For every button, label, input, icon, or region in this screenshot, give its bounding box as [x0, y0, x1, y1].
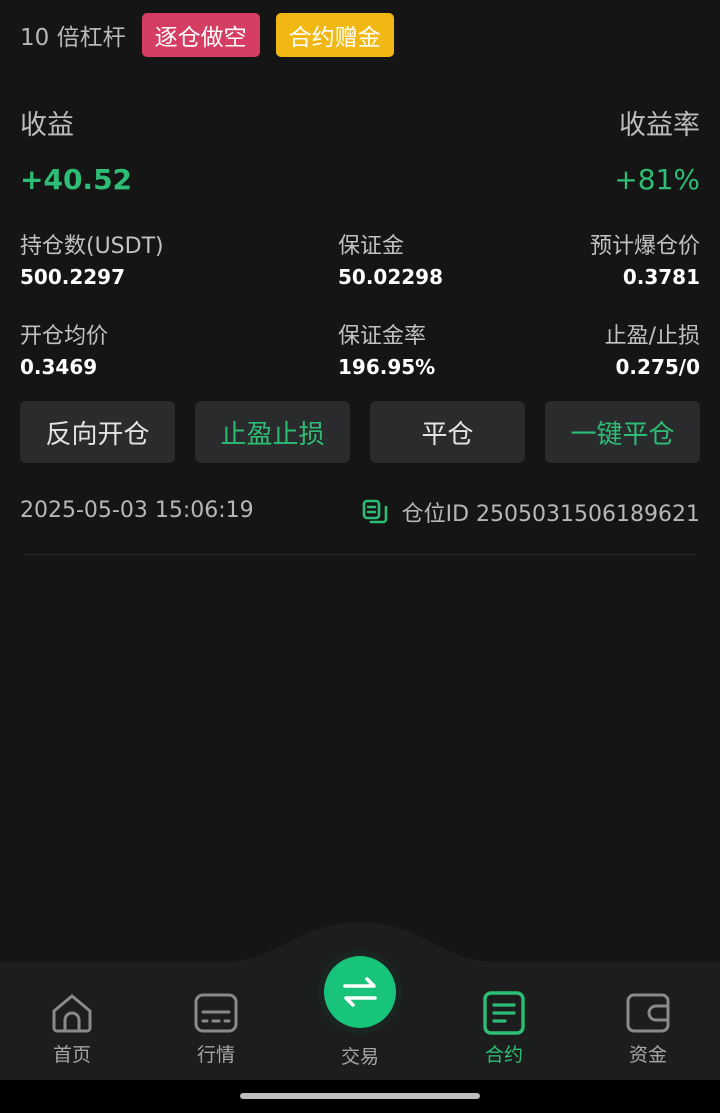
trade-button[interactable] — [324, 956, 396, 1028]
wallet-icon — [626, 993, 670, 1033]
open-price-value: 0.3469 — [20, 355, 98, 379]
margin-value: 50.02298 — [338, 265, 444, 289]
home-icon — [52, 994, 92, 1033]
nav-contract-label: 合约 — [484, 1044, 523, 1066]
open-price-label: 开仓均价 — [20, 324, 109, 349]
leverage-text: 10 倍杠杆 — [20, 25, 126, 51]
nav-home-label: 首页 — [52, 1044, 91, 1066]
contract-icon — [483, 991, 525, 1035]
home-indicator[interactable] — [240, 1093, 480, 1099]
margin-rate-label: 保证金率 — [338, 324, 427, 349]
divider — [24, 554, 696, 555]
margin-label: 保证金 — [338, 234, 405, 259]
nav-trade-label: 交易 — [340, 1046, 379, 1068]
profit-value: +40.52 — [20, 163, 133, 196]
position-actions: 反向开仓 止盈止损 平仓 一键平仓 — [20, 401, 700, 463]
nav-assets-label: 资金 — [628, 1044, 667, 1066]
tpsl-label: 止盈/止损 — [604, 324, 700, 349]
position-size-value: 500.2297 — [20, 265, 126, 289]
position-tags: 10 倍杠杆 逐仓做空 合约赠金 — [20, 13, 394, 57]
copy-icon[interactable] — [362, 499, 388, 525]
reverse-open-button[interactable]: 反向开仓 — [20, 401, 175, 463]
profit-rate-value: +81% — [614, 163, 700, 196]
open-time: 2025-05-03 15:06:19 — [20, 498, 254, 523]
tpsl-button[interactable]: 止盈止损 — [195, 401, 350, 463]
tpsl-value: 0.275/0 — [615, 355, 700, 379]
liquidation-price-label: 预计爆仓价 — [589, 234, 700, 259]
contract-bonus-tag: 合约赠金 — [275, 13, 394, 57]
isolated-short-tag: 逐仓做空 — [141, 13, 260, 57]
close-position-button[interactable]: 平仓 — [370, 401, 525, 463]
margin-rate-value: 196.95% — [338, 355, 436, 379]
profit-rate-label: 收益率 — [619, 110, 700, 141]
close-all-button[interactable]: 一键平仓 — [545, 401, 700, 463]
nav-assets[interactable]: 资金 — [598, 990, 698, 1067]
nav-contract[interactable]: 合约 — [454, 990, 554, 1067]
position-id-text: 仓位ID 2505031506189621 — [401, 502, 700, 527]
swap-icon — [343, 977, 377, 1007]
position-size-label: 持仓数(USDT) — [20, 234, 164, 259]
profit-label: 收益 — [20, 110, 74, 141]
liquidation-price-value: 0.3781 — [622, 265, 700, 289]
position-detail-page: 10 倍杠杆 逐仓做空 合约赠金 收益 收益率 +40.52 +81% 持仓数(… — [0, 0, 720, 1113]
market-icon — [194, 993, 238, 1033]
position-id-row: 仓位ID 2505031506189621 — [362, 496, 700, 528]
nav-market-label: 行情 — [196, 1044, 235, 1066]
nav-home[interactable]: 首页 — [22, 990, 122, 1067]
nav-market[interactable]: 行情 — [166, 990, 266, 1067]
